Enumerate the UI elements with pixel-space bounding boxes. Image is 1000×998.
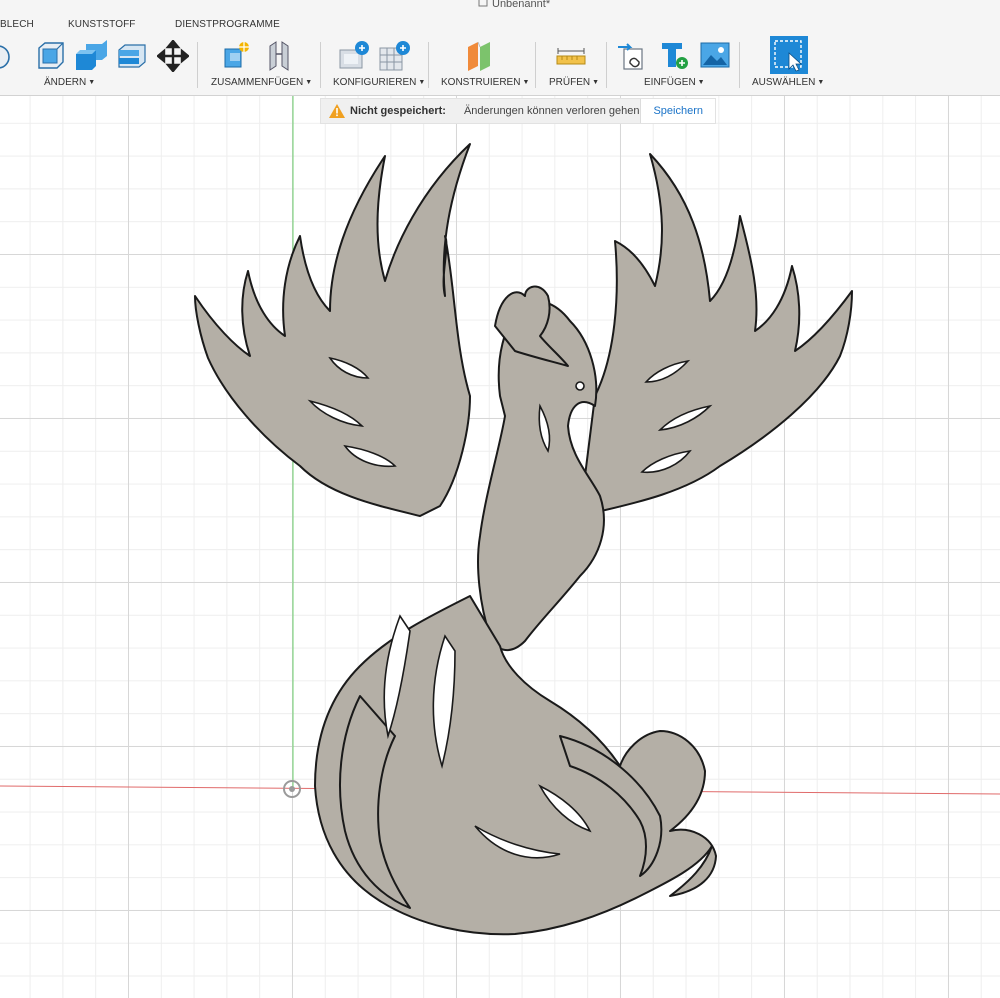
toolbar: Unbenannt* BLECH KUNSTSTOFF DIENSTPROGRA…: [0, 0, 1000, 96]
insert-mcmaster-icon[interactable]: [658, 38, 692, 74]
toolbar-divider: [428, 42, 429, 88]
document-title: Unbenannt*: [478, 0, 550, 10]
toolbar-divider: [197, 42, 198, 88]
new-component-icon[interactable]: [220, 38, 254, 74]
group-inspect-label: PRÜFEN: [549, 77, 591, 88]
chevron-down-icon: ▼: [592, 79, 600, 86]
group-insert[interactable]: EINFÜGEN ▼: [644, 77, 705, 88]
unsaved-message: Änderungen können verloren gehen: [463, 105, 640, 117]
group-construct-label: KONSTRUIEREN: [441, 77, 521, 88]
offset-plane-icon[interactable]: [464, 38, 498, 74]
group-insert-label: EINFÜGEN: [644, 77, 696, 88]
tab-sheet-metal[interactable]: BLECH: [0, 19, 34, 30]
toolbar-divider: [606, 42, 607, 88]
unsaved-notification: Nicht gespeichert: Änderungen können ver…: [320, 98, 716, 124]
chevron-down-icon: ▼: [817, 79, 825, 86]
select-icon[interactable]: [770, 36, 808, 74]
insert-derive-icon[interactable]: [616, 38, 650, 74]
unsaved-status: Nicht gespeichert:: [350, 105, 446, 117]
group-select[interactable]: AUSWÄHLEN ▼: [752, 77, 824, 88]
toolbar-divider: [320, 42, 321, 88]
press-pull-icon[interactable]: [0, 38, 14, 74]
group-select-label: AUSWÄHLEN: [752, 77, 816, 88]
group-configure-label: KONFIGURIEREN: [333, 77, 417, 88]
chevron-down-icon: ▼: [305, 79, 313, 86]
measure-icon[interactable]: [554, 38, 588, 74]
tab-plastic[interactable]: KUNSTSTOFF: [68, 19, 135, 30]
design-canvas[interactable]: [0, 96, 1000, 998]
group-assemble-label: ZUSAMMENFÜGEN: [211, 77, 304, 88]
group-configure[interactable]: KONFIGURIEREN ▼: [333, 77, 425, 88]
warning-icon: [329, 104, 345, 118]
group-assemble[interactable]: ZUSAMMENFÜGEN ▼: [211, 77, 312, 88]
config-rules-icon[interactable]: [378, 38, 412, 74]
fillet-icon[interactable]: [34, 38, 68, 74]
chevron-down-icon: ▼: [697, 79, 705, 86]
shell-icon[interactable]: [74, 38, 108, 74]
combine-icon[interactable]: [114, 38, 148, 74]
canvas-overlay: [0, 96, 1000, 936]
joint-icon[interactable]: [262, 38, 296, 74]
chevron-down-icon: ▼: [522, 79, 530, 86]
save-button[interactable]: Speichern: [640, 99, 715, 123]
group-construct[interactable]: KONSTRUIEREN ▼: [441, 77, 529, 88]
document-title-text: Unbenannt*: [492, 0, 551, 10]
document-icon: [478, 0, 488, 10]
group-modify-label: ÄNDERN: [44, 77, 87, 88]
chevron-down-icon: ▼: [418, 79, 426, 86]
group-inspect[interactable]: PRÜFEN ▼: [549, 77, 599, 88]
move-icon[interactable]: [156, 38, 190, 74]
right-wing-outer: [579, 153, 853, 517]
origin-dot: [289, 786, 295, 792]
toolbar-divider: [739, 42, 740, 88]
tab-utilities[interactable]: DIENSTPROGRAMME: [175, 19, 280, 30]
left-wing-outer: [194, 143, 471, 517]
config-table-icon[interactable]: [338, 38, 372, 74]
insert-canvas-icon[interactable]: [698, 38, 732, 74]
phoenix-sketch-profile[interactable]: [194, 143, 853, 936]
toolbar-divider: [535, 42, 536, 88]
chevron-down-icon: ▼: [88, 79, 96, 86]
group-modify[interactable]: ÄNDERN ▼: [44, 77, 95, 88]
